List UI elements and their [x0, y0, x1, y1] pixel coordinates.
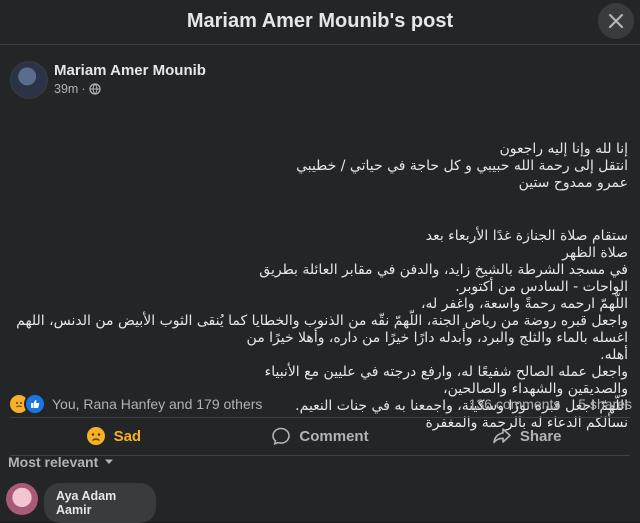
sad-label: Sad: [113, 427, 142, 445]
post-time[interactable]: 39m: [54, 82, 78, 96]
commenter-avatar[interactable]: [6, 483, 38, 515]
sort-comments-dropdown[interactable]: Most relevant: [8, 454, 114, 470]
globe-icon[interactable]: [88, 83, 101, 95]
comments-count[interactable]: 136 comments: [469, 396, 561, 412]
commenter-name[interactable]: Aya Adam Aamir: [56, 489, 144, 517]
author-name[interactable]: Mariam Amer Mounib: [54, 61, 206, 81]
post-paragraph: إنا لله وإنا إليه راجعون انتقل إلى رحمة …: [296, 141, 628, 191]
share-icon: [493, 428, 511, 444]
dialog-header: Mariam Amer Mounib's post: [0, 0, 640, 45]
caret-down-icon: [105, 459, 114, 464]
comment-icon: [272, 427, 291, 446]
comment-label: Comment: [299, 427, 369, 445]
shares-count[interactable]: 5 shares: [578, 396, 632, 412]
engagement-counts: 136 comments 5 shares: [455, 396, 632, 412]
sad-button[interactable]: Sad: [10, 418, 217, 454]
comment-item: Aya Adam Aamir: [6, 483, 156, 523]
share-label: Share: [519, 427, 562, 445]
comment-button[interactable]: Comment: [217, 418, 424, 454]
avatar[interactable]: [10, 61, 48, 99]
post-author: Mariam Amer Mounib 39m ·: [10, 61, 206, 99]
reactions-text: You, Rana Hanfey and 179 others: [52, 396, 263, 412]
dot-separator: ·: [81, 82, 86, 96]
share-button[interactable]: Share: [423, 418, 630, 454]
close-icon: [608, 13, 624, 29]
sad-face-icon: [86, 427, 105, 445]
like-reaction-icon: [24, 393, 46, 415]
reactions-summary[interactable]: You, Rana Hanfey and 179 others: [8, 393, 262, 415]
post-actions: Sad Comment Share: [10, 418, 630, 454]
dialog-title: Mariam Amer Mounib's post: [186, 10, 454, 32]
sort-label: Most relevant: [8, 454, 99, 470]
close-button[interactable]: [598, 3, 634, 39]
post-meta: 39m ·: [54, 82, 206, 96]
post-container: Mariam Amer Mounib 39m · إنا لله وإنا إل…: [0, 45, 640, 523]
comment-bubble: Aya Adam Aamir: [44, 483, 156, 523]
post-stats: You, Rana Hanfey and 179 others 136 comm…: [8, 393, 632, 415]
